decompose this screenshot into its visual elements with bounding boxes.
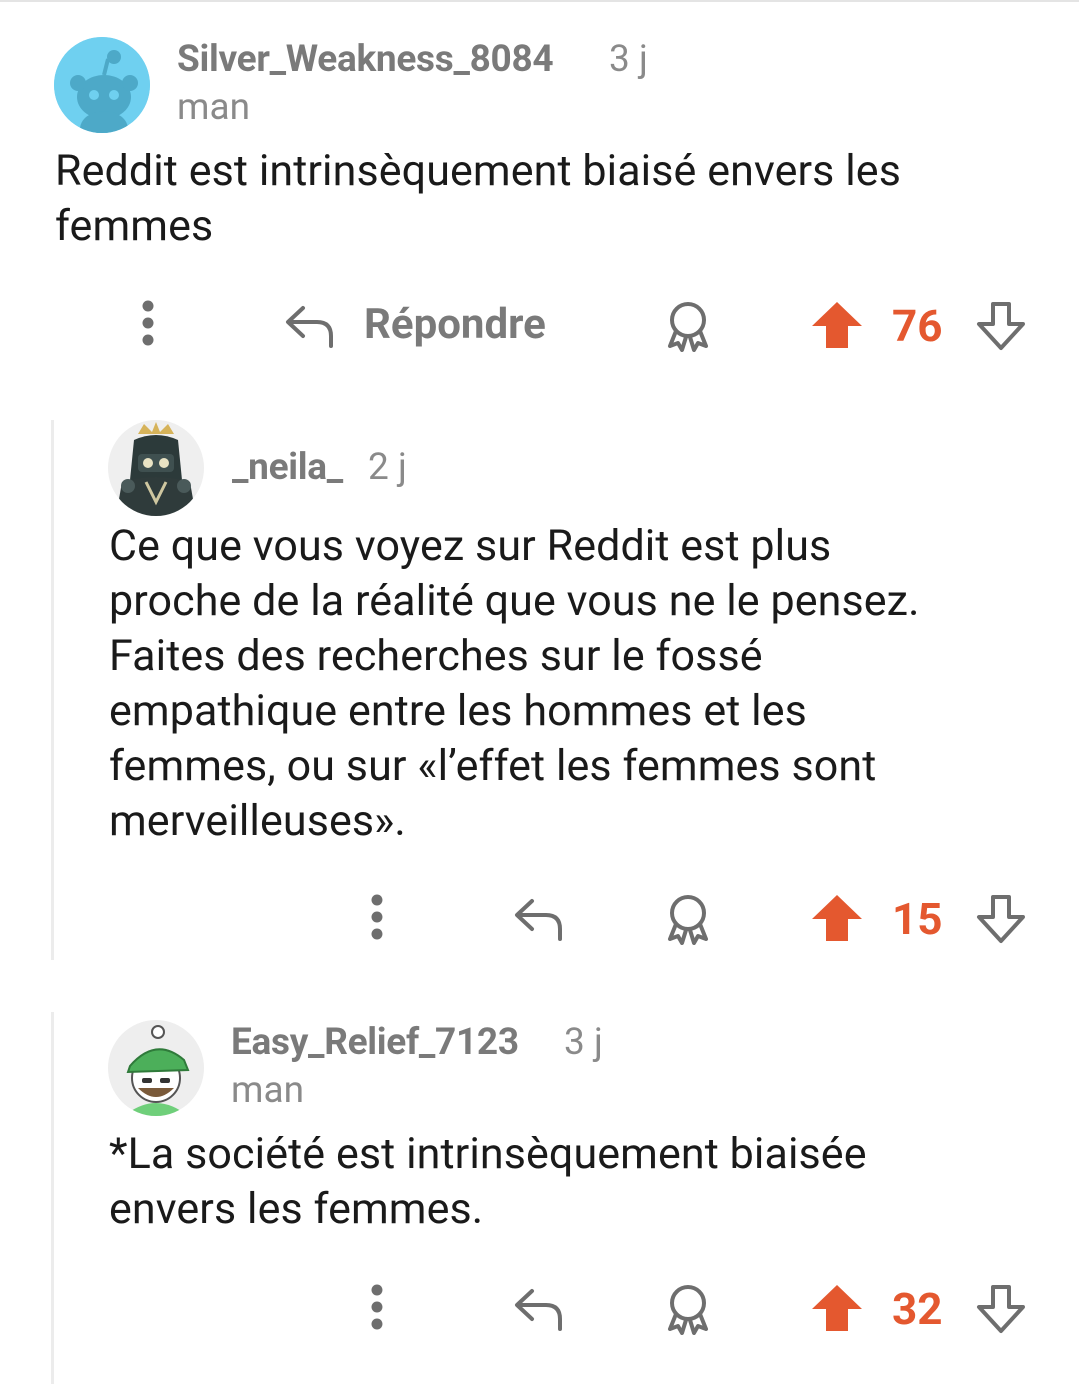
downvote-icon[interactable] [974,300,1028,356]
reply-icon[interactable] [512,1283,566,1339]
reply-button[interactable]: Répondre [364,300,546,349]
comment-body: Reddit est intrinsèquement biaisé envers… [55,146,901,251]
user-flair: man [177,86,251,129]
comment-body: Ce que vous voyez sur Reddit est plus pr… [109,521,920,846]
comment-age: 2 j [368,446,407,489]
downvote-icon[interactable] [974,1283,1028,1339]
username[interactable]: Easy_Relief_7123 [231,1021,519,1064]
armored-knight-avatar-icon[interactable] [108,420,204,516]
thread-line[interactable] [51,420,54,960]
snoo-avatar-icon[interactable] [54,37,150,133]
vote-score: 32 [892,1283,943,1335]
reply-icon[interactable] [512,893,566,949]
user-flair: man [231,1069,305,1112]
vote-score: 15 [892,893,943,945]
more-options-icon[interactable] [134,300,162,352]
thread-line[interactable] [51,1012,54,1384]
username[interactable]: _neila_ [232,446,343,489]
downvote-icon[interactable] [974,893,1028,949]
vote-score: 76 [892,300,943,352]
username[interactable]: Silver_Weakness_8084 [177,38,554,81]
upvote-icon[interactable] [810,1283,864,1337]
award-icon[interactable] [662,893,714,949]
comment-age: 3 j [564,1021,603,1064]
upvote-icon[interactable] [810,300,864,354]
more-options-icon[interactable] [363,1284,391,1336]
comment-age: 3 j [609,38,648,81]
more-options-icon[interactable] [363,894,391,946]
award-icon[interactable] [662,300,714,356]
comment-body: *La société est intrinsèquement biaisée … [109,1129,867,1234]
upvote-icon[interactable] [810,893,864,947]
reply-icon[interactable] [283,300,337,356]
top-divider [0,0,1079,2]
award-icon[interactable] [662,1283,714,1339]
green-cap-avatar-icon[interactable] [108,1020,204,1116]
